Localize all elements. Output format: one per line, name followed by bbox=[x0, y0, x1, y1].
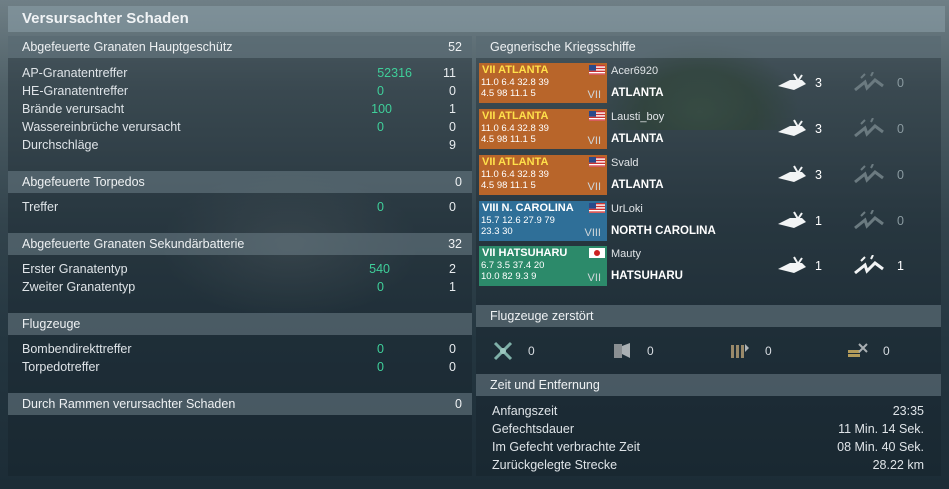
stat-row: Brände verursacht 100 1 bbox=[22, 102, 456, 116]
stat-row: Durchschläge 9 bbox=[22, 138, 456, 152]
time-row: Im Gefecht verbrachte Zeit 08 Min. 40 Se… bbox=[492, 440, 924, 454]
fighter-count: 0 bbox=[528, 344, 535, 358]
ship-tier-label: VII ATLANTA bbox=[482, 156, 549, 168]
torpedo-bomber-icon bbox=[614, 343, 630, 358]
spotter-icon bbox=[848, 343, 868, 357]
torpedoes-header: Abgefeuerte Torpedos 0 bbox=[8, 171, 472, 193]
secondary-header: Abgefeuerte Granaten Sekundärbatterie 32 bbox=[8, 233, 472, 255]
player-name: Mauty bbox=[611, 248, 641, 260]
ships-destroyed-count: 0 bbox=[897, 214, 904, 228]
ship-damaged-icon bbox=[778, 256, 806, 273]
ship-tier-label: VII HATSUHARU bbox=[482, 247, 568, 259]
ship-stats-line: 6.7 3.5 37.4 20 bbox=[481, 260, 545, 271]
ship-stats-line: 15.7 12.6 27.9 79 bbox=[481, 215, 555, 226]
spotter-count: 0 bbox=[883, 344, 890, 358]
time-row: Gefechtsdauer 11 Min. 14 Sek. bbox=[492, 422, 924, 436]
ship-stats-line: 4.5 98 11.1 5 bbox=[481, 88, 536, 99]
ship-name: ATLANTA bbox=[611, 179, 664, 191]
ship-stats-line: 11.0 6.4 32.8 39 bbox=[481, 77, 549, 88]
ship-destroyed-icon bbox=[854, 255, 884, 275]
ship-stats-line: 4.5 98 11.1 5 bbox=[481, 134, 536, 145]
dive-bomber-count: 0 bbox=[765, 344, 772, 358]
ship-stats-line: 11.0 6.4 32.8 39 bbox=[481, 123, 549, 134]
ships-destroyed-count: 0 bbox=[897, 168, 904, 182]
ship-tier-roman: VII bbox=[587, 181, 601, 193]
ships-damaged-count: 3 bbox=[815, 168, 822, 182]
enemy-ships-header: Gegnerische Kriegsschiffe bbox=[476, 36, 941, 58]
ship-name: ATLANTA bbox=[611, 133, 664, 145]
ship-card[interactable]: VIII N. CAROLINA 15.7 12.6 27.9 79 23.3 30… bbox=[479, 201, 607, 241]
ship-card[interactable]: VII HATSUHARU 6.7 3.5 37.4 20 10.0 82 9.3 … bbox=[479, 246, 607, 286]
ship-name: NORTH CAROLINA bbox=[611, 225, 716, 237]
dive-bomber-icon bbox=[731, 344, 749, 358]
time-row: Zurückgelegte Strecke 28.22 km bbox=[492, 458, 924, 472]
player-name: Acer6920 bbox=[611, 65, 659, 77]
us-flag-icon bbox=[589, 65, 605, 75]
stat-row: Torpedotreffer 0 0 bbox=[22, 360, 456, 374]
ships-destroyed-count: 1 bbox=[897, 259, 904, 273]
ship-damaged-icon bbox=[778, 119, 806, 136]
player-name: Lausti_boy bbox=[611, 111, 665, 123]
stat-row: Erster Granatentyp 540 2 bbox=[22, 262, 456, 276]
ships-damaged-count: 1 bbox=[815, 214, 822, 228]
time-row: Anfangszeit 23:35 bbox=[492, 404, 924, 418]
ship-tier-roman: VII bbox=[587, 272, 601, 284]
torpedo-bomber-count: 0 bbox=[647, 344, 654, 358]
stat-row: Bombendirekttreffer 0 0 bbox=[22, 342, 456, 356]
ship-damaged-icon bbox=[778, 165, 806, 182]
ship-destroyed-icon bbox=[854, 164, 884, 184]
japan-flag-icon bbox=[589, 248, 605, 258]
aircraft-header: Flugzeuge bbox=[8, 313, 472, 335]
ship-card[interactable]: VII ATLANTA 11.0 6.4 32.8 39 4.5 98 11.1 5… bbox=[479, 155, 607, 195]
ship-name: ATLANTA bbox=[611, 87, 664, 99]
stat-row: HE-Granatentreffer 0 0 bbox=[22, 84, 456, 98]
ship-destroyed-icon bbox=[854, 118, 884, 138]
ship-stats-line: 23.3 30 bbox=[481, 226, 513, 237]
ship-stats-line: 10.0 82 9.3 9 bbox=[481, 271, 537, 282]
ship-damaged-icon bbox=[778, 211, 806, 228]
time-distance-header: Zeit und Entfernung bbox=[476, 374, 941, 396]
stat-row: Wassereinbrüche verursacht 0 0 bbox=[22, 120, 456, 134]
player-name: Svald bbox=[611, 157, 639, 169]
ship-destroyed-icon bbox=[854, 72, 884, 92]
ships-damaged-count: 3 bbox=[815, 76, 822, 90]
ship-damaged-icon bbox=[778, 73, 806, 90]
ship-tier-roman: VII bbox=[587, 135, 601, 147]
ship-tier-label: VIII N. CAROLINA bbox=[482, 202, 574, 214]
ramming-header: Durch Rammen verursachter Schaden 0 bbox=[8, 393, 472, 415]
page-title: Versursachter Schaden bbox=[22, 10, 189, 27]
ships-destroyed-count: 0 bbox=[897, 122, 904, 136]
us-flag-icon bbox=[589, 111, 605, 121]
ship-name: HATSUHARU bbox=[611, 270, 683, 282]
stat-row: AP-Granatentreffer 52316 11 bbox=[22, 66, 456, 80]
ship-tier-roman: VIII bbox=[584, 227, 601, 239]
ships-destroyed-count: 0 bbox=[897, 76, 904, 90]
ship-card[interactable]: VII ATLANTA 11.0 6.4 32.8 39 4.5 98 11.1 5… bbox=[479, 109, 607, 149]
ship-stats-line: 11.0 6.4 32.8 39 bbox=[481, 169, 549, 180]
ship-tier-label: VII ATLANTA bbox=[482, 64, 549, 76]
title-bar: Versursachter Schaden bbox=[8, 6, 945, 32]
ships-damaged-count: 1 bbox=[815, 259, 822, 273]
ship-destroyed-icon bbox=[854, 210, 884, 230]
player-name: UrLoki bbox=[611, 203, 643, 215]
ship-tier-label: VII ATLANTA bbox=[482, 110, 549, 122]
main-guns-header: Abgefeuerte Granaten Hauptgeschütz 52 bbox=[8, 36, 472, 58]
stat-row: Zweiter Granatentyp 0 1 bbox=[22, 280, 456, 294]
stat-row: Treffer 0 0 bbox=[22, 200, 456, 214]
planes-destroyed-header: Flugzeuge zerstört bbox=[476, 305, 941, 327]
ship-card[interactable]: VII ATLANTA 11.0 6.4 32.8 39 4.5 98 11.1 5… bbox=[479, 63, 607, 103]
us-flag-icon bbox=[589, 203, 605, 213]
ships-damaged-count: 3 bbox=[815, 122, 822, 136]
ship-stats-line: 4.5 98 11.1 5 bbox=[481, 180, 536, 191]
ship-tier-roman: VII bbox=[587, 89, 601, 101]
fighter-icon bbox=[493, 341, 513, 361]
us-flag-icon bbox=[589, 157, 605, 167]
